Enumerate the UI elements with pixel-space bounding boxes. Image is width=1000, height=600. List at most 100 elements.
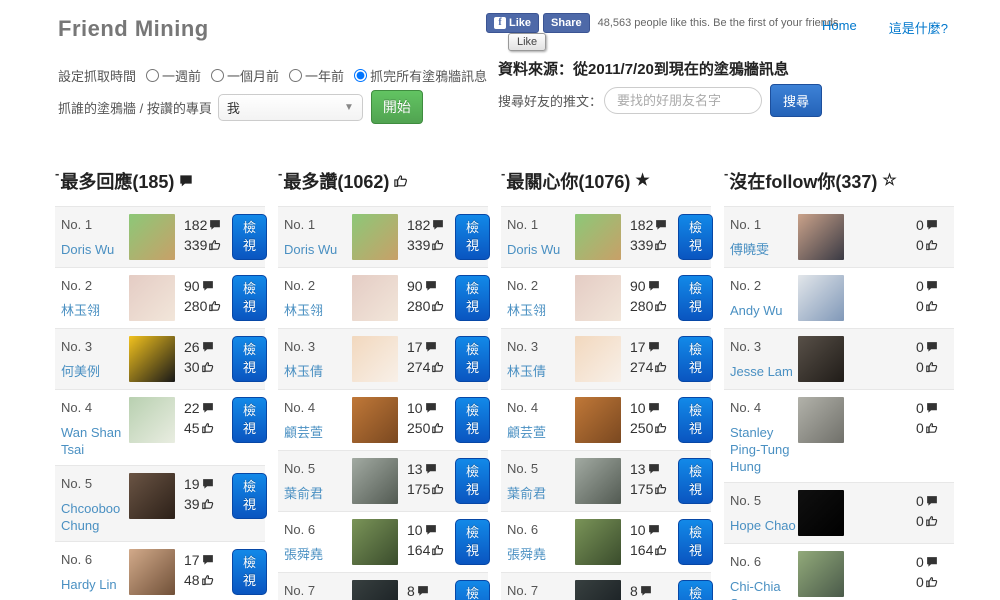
like-count-value: 250 <box>630 420 654 436</box>
friend-name-link[interactable]: 葉俞君 <box>284 485 350 502</box>
rank-label: No. 5 <box>284 461 316 476</box>
counts: 10 164 <box>407 519 455 560</box>
avatar <box>129 473 175 519</box>
comment-count: 0 <box>916 398 950 418</box>
facebook-icon: f <box>494 17 506 29</box>
view-button[interactable]: 檢視 <box>678 397 714 443</box>
collapse-toggle[interactable]: - <box>278 167 282 180</box>
friend-name-link[interactable]: Jesse Lam <box>730 363 796 380</box>
counts: 90 280 <box>630 275 678 316</box>
radio-one-year-input[interactable] <box>289 69 303 82</box>
view-button[interactable]: 檢視 <box>232 397 268 443</box>
view-button[interactable]: 檢視 <box>232 214 268 260</box>
radio-one-week-input[interactable] <box>146 69 160 82</box>
collapse-toggle[interactable]: - <box>55 167 59 180</box>
rank-label: No. 1 <box>61 217 93 232</box>
comment-icon <box>202 403 213 413</box>
view-button[interactable]: 檢視 <box>455 458 491 504</box>
radio-one-week-label: 一週前 <box>162 69 202 84</box>
thumb-icon <box>201 423 213 434</box>
view-button[interactable]: 檢視 <box>678 214 714 260</box>
like-count: 45 <box>184 418 232 438</box>
view-button[interactable]: 檢視 <box>455 519 491 565</box>
comment-icon <box>179 174 193 188</box>
collapse-toggle[interactable]: - <box>501 167 505 180</box>
rank-label: No. 5 <box>507 461 539 476</box>
friend-name-link[interactable]: 林玉倩 <box>507 363 573 380</box>
view-button[interactable]: 檢視 <box>678 458 714 504</box>
friend-name-link[interactable]: 葉俞君 <box>507 485 573 502</box>
like-count-value: 39 <box>184 496 200 512</box>
friend-name-link[interactable]: Wan Shan Tsai <box>61 424 127 458</box>
friend-name-link[interactable]: 張舜堯 <box>284 546 350 563</box>
search-button[interactable]: 搜尋 <box>770 84 823 117</box>
rank-label: No. 6 <box>507 522 539 537</box>
ranking-row: No. 4 Stanley Ping-Tung Hung 0 0 <box>724 389 954 482</box>
nav-home-link[interactable]: Home <box>822 18 857 37</box>
view-button[interactable]: 檢視 <box>455 214 491 260</box>
view-button[interactable]: 檢視 <box>678 336 714 382</box>
start-button[interactable]: 開始 <box>370 90 423 124</box>
avatar <box>352 397 398 443</box>
comment-icon <box>202 342 213 352</box>
friend-name-link[interactable]: Chcooboo Chung <box>61 500 127 534</box>
view-button[interactable]: 檢視 <box>232 336 268 382</box>
friend-name-link[interactable]: 林玉翎 <box>507 302 573 319</box>
facebook-like-small-button[interactable]: Like <box>508 33 547 51</box>
friend-name-link[interactable]: Hope Chao <box>730 517 796 534</box>
friend-name-link[interactable]: Andy Wu <box>730 302 796 319</box>
friend-name-link[interactable]: 林玉翎 <box>61 302 127 319</box>
time-range-label: 設定抓取時間 <box>58 69 137 84</box>
view-button[interactable]: 檢視 <box>232 275 268 321</box>
friend-name-link[interactable]: 顧芸萱 <box>284 424 350 441</box>
thumb-icon <box>432 484 444 495</box>
collapse-toggle[interactable]: - <box>724 167 728 180</box>
friend-name-link[interactable]: 林玉翎 <box>284 302 350 319</box>
thumb-icon <box>925 301 937 312</box>
like-count: 39 <box>184 494 232 514</box>
ranking-column: - 最關心你(1076) ★ No. 1 Doris Wu 182 339 檢視 <box>501 160 714 600</box>
like-count: 175 <box>630 479 678 499</box>
friend-name-link[interactable]: 何美例 <box>61 363 127 380</box>
view-button[interactable]: 檢視 <box>455 580 491 600</box>
view-button[interactable]: 檢視 <box>455 397 491 443</box>
nav-what-is-this-link[interactable]: 這是什麼? <box>889 18 948 37</box>
ranking-row: No. 3 Jesse Lam 0 0 <box>724 328 954 389</box>
friend-name-link[interactable]: Hardy Lin <box>61 576 127 593</box>
friend-name-link[interactable]: Doris Wu <box>507 241 573 258</box>
comment-count: 10 <box>630 398 678 418</box>
avatar <box>575 397 621 443</box>
friend-name-link[interactable]: 林玉倩 <box>284 363 350 380</box>
facebook-share-label: Share <box>551 17 582 29</box>
counts: 8 <box>407 580 455 600</box>
friend-name-link[interactable]: Chi-Chia Sun <box>730 578 796 600</box>
radio-all-messages-input[interactable] <box>354 69 368 82</box>
like-count: 0 <box>916 357 950 377</box>
rank-label: No. 2 <box>730 278 762 293</box>
friend-name-link[interactable]: 傅曉雯 <box>730 241 796 258</box>
radio-one-month-input[interactable] <box>211 69 225 82</box>
friend-name-link[interactable]: 張舜堯 <box>507 546 573 563</box>
counts: 0 0 <box>916 214 950 255</box>
view-button[interactable]: 檢視 <box>232 549 268 595</box>
view-button[interactable]: 檢視 <box>678 519 714 565</box>
facebook-share-button[interactable]: Share <box>543 13 590 33</box>
friend-name-link[interactable]: 顧芸萱 <box>507 424 573 441</box>
friend-name-link[interactable]: Doris Wu <box>61 241 127 258</box>
rank-label: No. 2 <box>61 278 93 293</box>
thumb-icon <box>394 174 408 188</box>
target-select[interactable]: 我 ▼ <box>217 93 363 121</box>
view-button[interactable]: 檢視 <box>678 580 714 600</box>
friend-name-link[interactable]: Doris Wu <box>284 241 350 258</box>
view-button[interactable]: 檢視 <box>455 275 491 321</box>
comment-count: 90 <box>630 276 678 296</box>
search-input[interactable] <box>604 87 763 114</box>
comment-icon <box>425 525 436 535</box>
like-count: 0 <box>916 235 950 255</box>
friend-name-link[interactable]: Stanley Ping-Tung Hung <box>730 424 796 475</box>
thumb-icon <box>655 545 667 556</box>
view-button[interactable]: 檢視 <box>232 473 268 519</box>
facebook-like-button[interactable]: f Like <box>486 13 540 33</box>
view-button[interactable]: 檢視 <box>455 336 491 382</box>
view-button[interactable]: 檢視 <box>678 275 714 321</box>
